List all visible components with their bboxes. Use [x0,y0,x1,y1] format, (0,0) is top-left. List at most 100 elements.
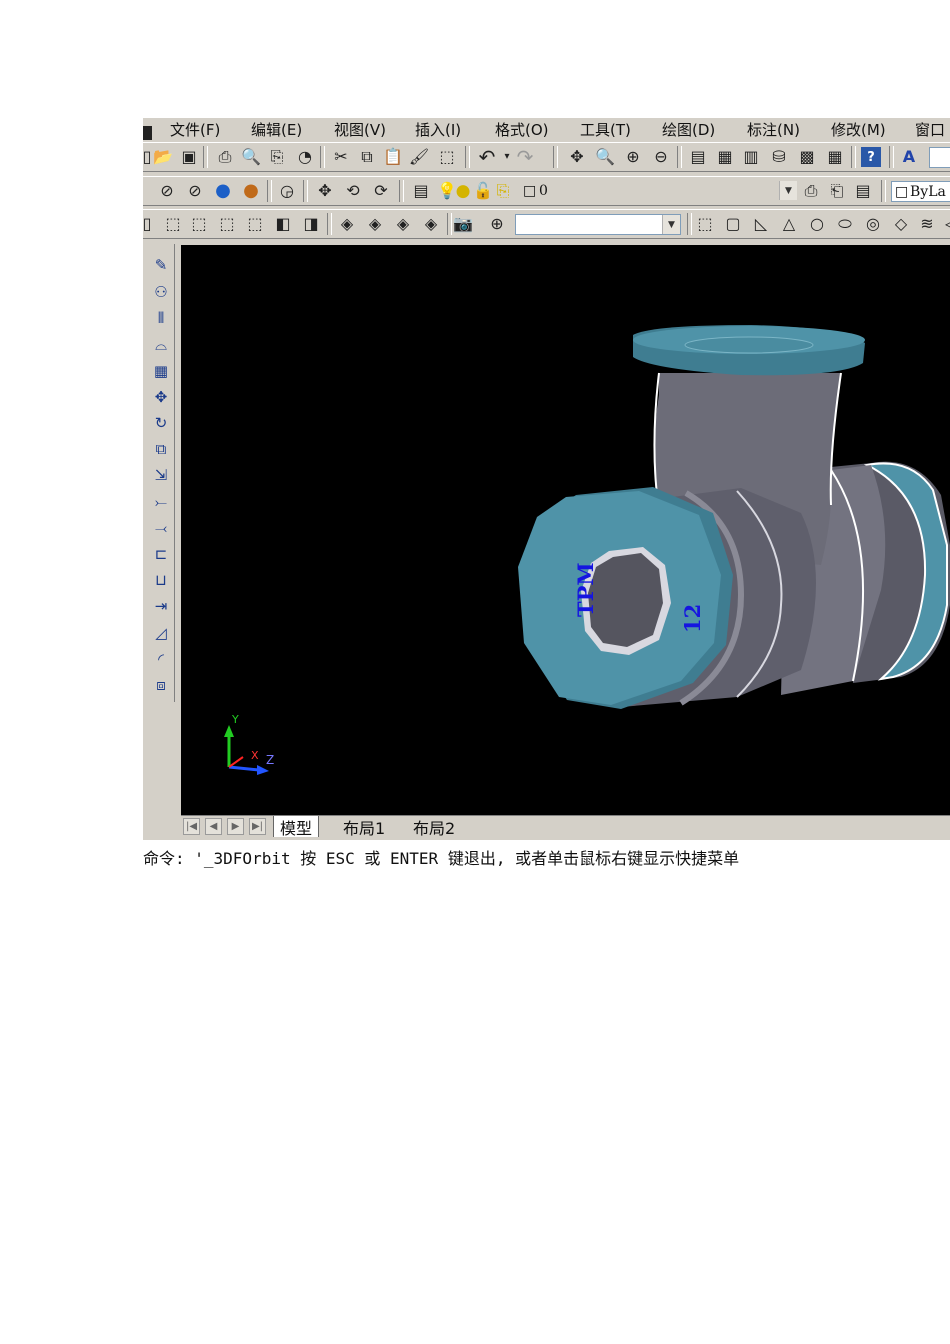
named-view-dropdown-icon[interactable]: ▼ [662,215,680,234]
explode-icon[interactable]: ⧈ [150,674,172,696]
open-icon[interactable]: 📂 [153,147,173,167]
layer-dropdown-icon[interactable]: ▼ [779,181,797,200]
layer-lock-icon[interactable]: 🔓 [473,181,493,201]
light-icon[interactable]: ◶ [277,181,297,201]
undo-dropdown-icon[interactable]: ▾ [497,147,517,167]
cone-icon[interactable]: △ [779,214,799,234]
match-properties-icon[interactable]: 🖌 [409,147,429,167]
join-icon[interactable]: ⇥ [150,595,172,617]
zoom-realtime-icon[interactable]: 🔍 [595,147,615,167]
copy-icon[interactable]: ⧉ [357,147,377,167]
make-current-icon[interactable]: ⎙ [801,181,821,201]
layer-states-icon[interactable]: ▤ [853,181,873,201]
sphere-icon[interactable]: ○ [807,214,827,234]
plot-icon[interactable]: ◔ [295,147,315,167]
ne-iso-icon[interactable]: ◈ [393,214,413,234]
tab-layout2[interactable]: 布局2 [413,816,455,838]
undo-icon[interactable]: ↶ [477,147,497,167]
print-icon[interactable]: ⎙ [215,147,235,167]
nw-iso-icon[interactable]: ◈ [421,214,441,234]
layer-properties-icon[interactable]: ▤ [411,181,431,201]
layer-previous-icon[interactable]: ⎗ [827,181,847,201]
sw-iso-icon[interactable]: ◈ [337,214,357,234]
properties-icon[interactable]: ▤ [688,147,708,167]
print-preview-icon[interactable]: 🔍 [241,147,261,167]
publish-icon[interactable]: ⎘ [267,147,287,167]
back-view-icon[interactable]: ◨ [301,214,321,234]
stretch-icon[interactable]: ⇲ [150,464,172,486]
chamfer-icon[interactable]: ◿ [150,622,172,644]
fillet-icon[interactable]: ◜ [150,648,172,670]
zoom-window-icon[interactable]: ⊕ [623,147,643,167]
front-view-icon[interactable]: ◧ [273,214,293,234]
rotate-icon[interactable]: ↻ [150,412,172,434]
sheet-set-icon[interactable]: ⛁ [769,147,789,167]
named-view-combo[interactable]: ▼ [515,214,681,235]
left-view-icon[interactable]: ⬚ [217,214,237,234]
menu-insert[interactable]: 插入(I) [415,119,461,140]
menu-tools[interactable]: 工具(T) [580,119,631,140]
help-icon[interactable]: ? [861,147,881,167]
prev-tab-icon[interactable]: ◀ [205,818,222,835]
copy-object-icon[interactable]: ⚇ [150,281,172,303]
next-tab-icon[interactable]: ▶ [227,818,244,835]
zoom-pan-icon[interactable]: ⊕ [487,214,507,234]
scale-icon[interactable]: ⧉ [150,438,172,460]
menu-edit[interactable]: 编辑(E) [251,119,302,140]
mirror-icon[interactable]: ⫴ [150,307,172,329]
orbit-icon[interactable]: ⊘ [185,181,205,201]
layer-freeze-icon[interactable]: ● [453,181,473,201]
layer-plot-icon[interactable]: ⎘ [493,181,513,201]
redo-icon[interactable]: ↷ [515,147,535,167]
cylinder-icon[interactable]: ⬭ [835,214,855,234]
pan-realtime-icon[interactable]: ✥ [567,147,587,167]
torus-icon[interactable]: ◎ [863,214,883,234]
se-iso-icon[interactable]: ◈ [365,214,385,234]
offset-icon[interactable]: ⌓ [150,334,172,356]
3d-orbit-icon[interactable]: ⟲ [343,181,363,201]
tab-model[interactable]: 模型 [273,816,320,838]
render-sphere-icon[interactable]: ● [213,181,233,201]
menu-draw[interactable]: 绘图(D) [662,119,715,140]
tab-layout1[interactable]: 布局1 [343,816,385,838]
camera-icon[interactable]: 📷 [453,214,473,234]
wedge-icon[interactable]: ◺ [751,214,771,234]
orbit-off-icon[interactable]: ⊘ [157,181,177,201]
pyramid-icon[interactable]: ◇ [891,214,911,234]
3d-pan-icon[interactable]: ✥ [315,181,335,201]
zoom-previous-icon[interactable]: ⊖ [651,147,671,167]
first-tab-icon[interactable]: |◀ [183,818,200,835]
planar-surface-icon[interactable]: ◁ [941,214,950,234]
markup-icon[interactable]: ▩ [797,147,817,167]
material-sphere-icon[interactable]: ● [241,181,261,201]
drawing-viewport[interactable]: TPM 12 Y X Z [181,245,950,815]
menu-file[interactable]: 文件(F) [170,119,220,140]
break-icon[interactable]: ⊔ [150,569,172,591]
menu-dimension[interactable]: 标注(N) [747,119,800,140]
command-line[interactable]: 命令: '_3DFOrbit 按 ESC 或 ENTER 键退出, 或者单击鼠标… [143,840,950,870]
last-tab-icon[interactable]: ▶| [249,818,266,835]
array-icon[interactable]: ▦ [150,360,172,382]
layer-combo[interactable]: □ 0 ▼ [517,181,797,202]
cut-icon[interactable]: ✂ [331,147,351,167]
text-style-combo[interactable] [929,147,950,168]
top-view-icon[interactable]: ⬚ [163,214,183,234]
tool-palettes-icon[interactable]: ▥ [741,147,761,167]
menu-view[interactable]: 视图(V) [334,119,386,140]
color-combo[interactable]: □ ByLa [891,181,950,202]
paste-icon[interactable]: 📋 [383,147,403,167]
break-at-point-icon[interactable]: ⊏ [150,543,172,565]
menu-format[interactable]: 格式(O) [495,119,549,140]
helix-icon[interactable]: ≋ [917,214,937,234]
save-icon[interactable]: ▣ [179,147,199,167]
design-center-icon[interactable]: ▦ [715,147,735,167]
trim-icon[interactable]: ⤚ [150,491,172,513]
menu-window[interactable]: 窗口 [915,119,945,140]
menu-modify[interactable]: 修改(M) [831,119,886,140]
move-icon[interactable]: ✥ [150,386,172,408]
polysolid-icon[interactable]: ⬚ [695,214,715,234]
calculator-icon[interactable]: ▦ [825,147,845,167]
text-style-icon[interactable]: A [899,147,919,167]
erase-icon[interactable]: ✎ [150,254,172,276]
box-icon[interactable]: ▢ [723,214,743,234]
